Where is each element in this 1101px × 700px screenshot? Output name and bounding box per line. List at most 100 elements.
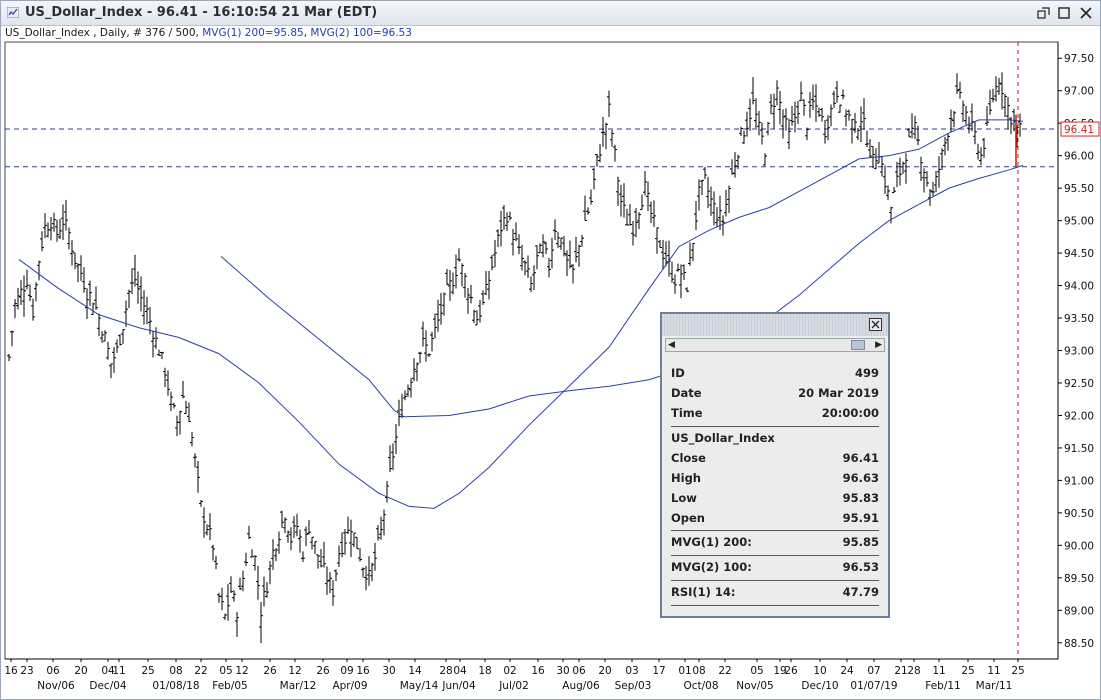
row-high: High 96.63: [671, 470, 879, 488]
x-month-label: Aug/06: [562, 680, 600, 692]
row-key: US_Dollar_Index: [671, 431, 775, 445]
x-day-label: 03: [625, 665, 638, 677]
y-tick-label: 91.50: [1064, 443, 1094, 455]
popup-header[interactable]: [662, 314, 888, 336]
scroll-thumb[interactable]: [851, 340, 865, 350]
row-value: 499: [854, 366, 879, 380]
row-key: Close: [671, 451, 706, 465]
x-month-label: Dec/04: [89, 680, 127, 692]
x-day-label: 16: [4, 665, 18, 677]
row-value: 96.63: [842, 471, 879, 485]
x-day-label: 30: [556, 665, 569, 677]
data-window-popup[interactable]: ◀ ▶ ID 499 Date 20 Mar 2019 Time 20:00:00 U…: [660, 312, 890, 618]
row-time: Time 20:00:00: [671, 405, 879, 423]
scroll-left-icon[interactable]: ◀: [668, 340, 675, 350]
x-day-label: 25: [141, 665, 154, 677]
y-tick-label: 96.00: [1064, 151, 1094, 163]
x-month-label: Apr/09: [332, 680, 367, 692]
chart-window: US_Dollar_Index - 96.41 - 16:10:54 21 Ma…: [0, 0, 1101, 700]
row-key: ID: [671, 366, 685, 380]
y-tick-label: 94.50: [1064, 248, 1094, 260]
x-day-label: 14: [408, 665, 422, 677]
x-day-label: 02: [503, 665, 516, 677]
x-day-label: 22: [718, 665, 731, 677]
x-day-label: 08: [169, 665, 182, 677]
x-day-label: 18: [478, 665, 491, 677]
x-day-label: 22: [194, 665, 207, 677]
x-month-label: Mar/12: [280, 680, 317, 692]
x-month-label: Nov/05: [736, 680, 773, 692]
x-month-label: Jun/04: [441, 680, 476, 692]
separator: [671, 580, 879, 581]
x-day-label: 11: [987, 665, 1000, 677]
x-day-label: 21: [894, 665, 907, 677]
x-month-label: Feb/05: [212, 680, 248, 692]
row-value: 96.41: [842, 451, 879, 465]
x-day-label: 26: [784, 665, 798, 677]
row-key: MVG(1) 200:: [671, 535, 752, 549]
price-chart[interactable]: 97.5097.0096.5096.0095.5095.0094.5094.00…: [1, 1, 1100, 699]
x-month-label: Sep/03: [615, 680, 652, 692]
x-day-label: 09: [340, 665, 353, 677]
row-value: 96.53: [842, 560, 879, 574]
plot-frame: [4, 41, 1059, 660]
row-value: 20 Mar 2019: [798, 386, 879, 400]
x-day-label: 05: [750, 665, 763, 677]
row-mvg1: MVG(1) 200: 95.85: [671, 534, 879, 552]
x-month-label: Jul/02: [498, 680, 529, 692]
scroll-right-icon[interactable]: ▶: [875, 340, 882, 350]
x-month-label: May/14: [400, 680, 439, 692]
x-day-label: 26: [263, 665, 277, 677]
x-day-label: 17: [652, 665, 665, 677]
x-month-label: 01/07/19: [850, 680, 897, 692]
row-key: High: [671, 471, 701, 485]
x-day-label: 06: [46, 665, 60, 677]
y-tick-label: 91.00: [1064, 475, 1094, 487]
x-day-label: 11: [932, 665, 945, 677]
x-month-label: 01/08/18: [152, 680, 199, 692]
y-tick-label: 89.50: [1064, 573, 1094, 585]
x-day-label: 10: [813, 665, 826, 677]
x-day-label: 20: [598, 665, 611, 677]
row-key: Open: [671, 511, 705, 525]
x-day-label: 11: [112, 665, 125, 677]
x-month-label: Oct/08: [683, 680, 718, 692]
y-tick-label: 95.00: [1064, 216, 1094, 228]
y-tick-label: 92.00: [1064, 410, 1094, 422]
y-tick-label: 93.50: [1064, 313, 1094, 325]
row-key: RSI(1) 14:: [671, 585, 736, 599]
y-tick-label: 90.50: [1064, 508, 1094, 520]
row-value: 95.83: [842, 491, 879, 505]
x-day-label: 23: [20, 665, 33, 677]
x-day-label: 08: [692, 665, 705, 677]
y-tick-label: 95.50: [1064, 183, 1094, 195]
x-day-label: 28: [439, 665, 452, 677]
separator: [671, 530, 879, 531]
last-price-label: 96.41: [1064, 124, 1094, 136]
popup-close-icon[interactable]: [869, 318, 882, 331]
x-day-label: 16: [356, 665, 370, 677]
x-day-label: 26: [316, 665, 330, 677]
row-low: Low 95.83: [671, 490, 879, 508]
separator: [671, 605, 879, 606]
y-tick-label: 89.00: [1064, 605, 1094, 617]
y-tick-label: 88.50: [1064, 638, 1094, 650]
row-key: Date: [671, 386, 702, 400]
separator: [671, 555, 879, 556]
x-day-label: 07: [867, 665, 880, 677]
row-id: ID 499: [671, 365, 879, 383]
row-key: Low: [671, 491, 697, 505]
x-day-label: 20: [74, 665, 87, 677]
x-day-label: 30: [382, 665, 395, 677]
y-tick-label: 90.00: [1064, 540, 1094, 552]
row-rsi: RSI(1) 14: 47.79: [671, 584, 879, 602]
row-key: Time: [671, 406, 703, 420]
row-open: Open 95.91: [671, 510, 879, 528]
row-value: 95.91: [842, 511, 879, 525]
row-mvg2: MVG(2) 100: 96.53: [671, 559, 879, 577]
x-day-label: 06: [572, 665, 586, 677]
popup-scrollbar[interactable]: ◀ ▶: [665, 338, 885, 352]
x-month-label: Feb/11: [925, 680, 961, 692]
y-tick-label: 94.00: [1064, 281, 1094, 293]
y-tick-label: 97.50: [1064, 53, 1094, 65]
